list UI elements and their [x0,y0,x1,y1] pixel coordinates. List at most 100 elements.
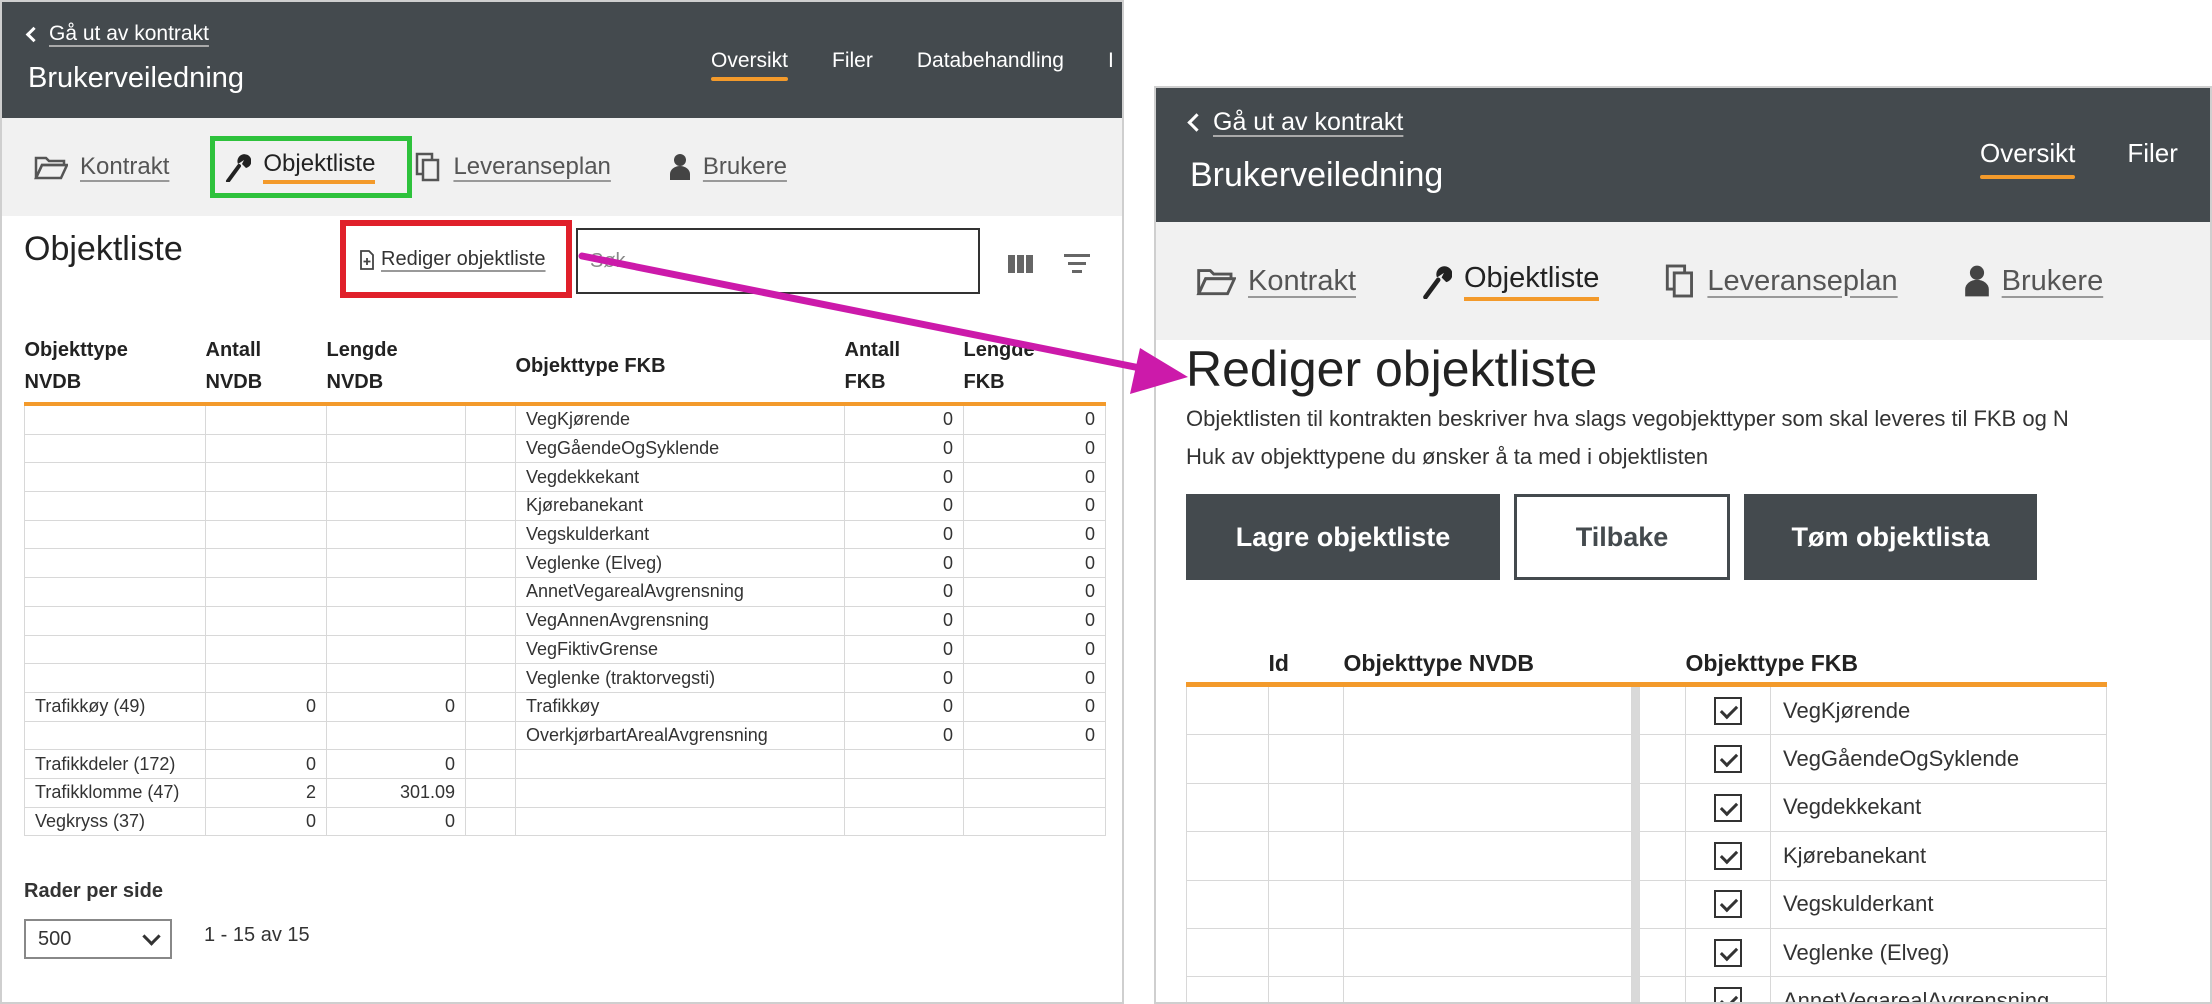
table-cell [1268,734,1344,784]
row-checkbox[interactable] [1714,696,1742,725]
col-objekttype-fkb[interactable]: Objekttype FKB [1685,646,2022,687]
table-cell: Vegskulderkant [515,519,845,550]
objektliste-panel: Gå ut av kontrakt Brukerveiledning Overs… [0,0,1124,1004]
table-cell: VegGåendeOgSyklende [1770,734,2107,784]
tab-brukere[interactable]: Brukere [1964,264,2103,298]
nav-oversikt[interactable]: Oversikt [711,49,789,81]
top-nav: Oversikt Filer [1980,138,2178,179]
table-cell [963,806,1106,837]
table-cell [24,433,206,464]
table-cell [24,634,206,665]
table-cell: 0 [963,720,1106,751]
table-cell [205,605,327,636]
table-cell [465,691,516,722]
columns-icon[interactable] [1008,255,1033,273]
table-row: Veglenke (Elveg) [1186,927,2107,978]
table-cell [465,720,516,751]
row-checkbox[interactable] [1714,793,1742,822]
table-cell: 0 [844,491,964,521]
tab-kontrakt[interactable]: Kontrakt [1196,265,1356,298]
table-cell: 0 [963,491,1106,521]
col-objekttype-nvdb[interactable]: Objekttype NVDB [1343,646,1632,687]
table-cell [1685,831,1771,881]
table-cell [465,749,516,779]
tab-objektliste[interactable]: Objektliste [1422,262,1600,301]
table-cell: VegAnnenAvgrensning [515,605,845,636]
table-cell [1186,879,1269,929]
col-objekttype-fkb[interactable]: Objekttype FKB [515,334,845,406]
back-button[interactable]: Tilbake [1514,494,1730,580]
table-cell: 0 [205,749,327,779]
table-cell: 0 [963,519,1106,550]
tab-brukere[interactable]: Brukere [669,153,787,181]
table-cell [1631,928,1640,977]
table-cell: 301.09 [326,777,466,808]
row-checkbox[interactable] [1714,745,1742,774]
table-cell [205,720,327,751]
table-cell [326,605,466,636]
table-cell [205,491,327,521]
nav-filer[interactable]: Filer [832,49,873,73]
table-cell: 0 [963,663,1106,693]
table-cell: 0 [326,691,466,722]
table-cell [326,663,466,693]
table-cell [205,634,327,665]
row-checkbox[interactable] [1714,890,1742,919]
tab-leveranseplan[interactable]: Leveranseplan [1665,263,1898,299]
table-cell [1343,734,1632,784]
table-row: Vegdekkekant 0 0 [24,462,1106,493]
col-antall-fkb[interactable]: Antall FKB [844,334,964,406]
exit-contract-link[interactable]: Gå ut av kontrakt [1187,108,1403,137]
table-cell: AnnetVegarealAvgrensning [515,577,845,607]
row-checkbox[interactable] [1714,841,1742,870]
table-cell: Vegdekkekant [1770,782,2107,833]
clear-objektliste-button[interactable]: Tøm objektlista [1744,494,2037,580]
objektliste-table: Objekttype NVDB Antall NVDB Lengde NVDB … [24,334,1106,837]
table-cell: 0 [844,605,964,636]
table-cell [1343,879,1632,929]
chevron-left-icon [25,26,42,42]
table-row: Veglenke (Elveg) 0 0 [24,548,1106,579]
table-cell [326,548,466,579]
table-cell [326,519,466,550]
col-antall-nvdb[interactable]: Antall NVDB [205,334,327,406]
table-cell [1631,880,1640,929]
row-checkbox[interactable] [1714,938,1742,967]
rows-per-page-select[interactable]: 500 [24,919,172,959]
row-checkbox[interactable] [1714,987,1742,1002]
col-objekttype-nvdb[interactable]: Objekttype NVDB [24,334,206,406]
chevron-left-icon [1187,113,1206,132]
table-cell [24,548,206,579]
table-cell [24,491,206,521]
edit-objektliste-table: Id Objekttype NVDB Objekttype FKB VegKjø… [1186,646,2107,1002]
nav-more[interactable]: I [1108,49,1114,73]
table-cell [205,433,327,464]
nav-databehandling[interactable]: Databehandling [917,49,1064,73]
col-lengde-fkb[interactable]: Lengde FKB [963,334,1106,406]
table-cell [1639,831,1686,881]
table-cell: AnnetVegarealAvgrensning [1770,976,2107,1002]
table-cell: Vegkryss (37) [24,806,206,837]
save-objektliste-button[interactable]: Lagre objektliste [1186,494,1500,580]
table-cell [1186,782,1269,833]
col-lengde-nvdb[interactable]: Lengde NVDB [326,334,466,406]
table-row: VegGåendeOgSyklende 0 0 [24,433,1106,464]
col-spacer [465,334,516,406]
nav-oversikt[interactable]: Oversikt [1980,138,2076,179]
tab-leveranseplan[interactable]: Leveranseplan [415,152,611,182]
app-title: Brukerveiledning [1190,156,1444,194]
table-cell [326,433,466,464]
table-cell [465,491,516,521]
filter-icon[interactable] [1064,254,1090,278]
search-input[interactable] [576,228,980,294]
table-cell [205,403,327,435]
exit-contract-link[interactable]: Gå ut av kontrakt [25,22,209,46]
table-row: Vegkryss (37) 0 0 [24,806,1106,837]
table-cell [1186,927,1269,978]
tab-bar: Kontrakt Objektliste Leveranseplan Bruke… [1156,222,2210,340]
col-id[interactable]: Id [1268,646,1344,687]
table-row: VegKjørende 0 0 [24,403,1106,435]
tab-kontrakt[interactable]: Kontrakt [34,153,169,181]
nav-filer[interactable]: Filer [2127,138,2178,169]
table-cell [326,577,466,607]
